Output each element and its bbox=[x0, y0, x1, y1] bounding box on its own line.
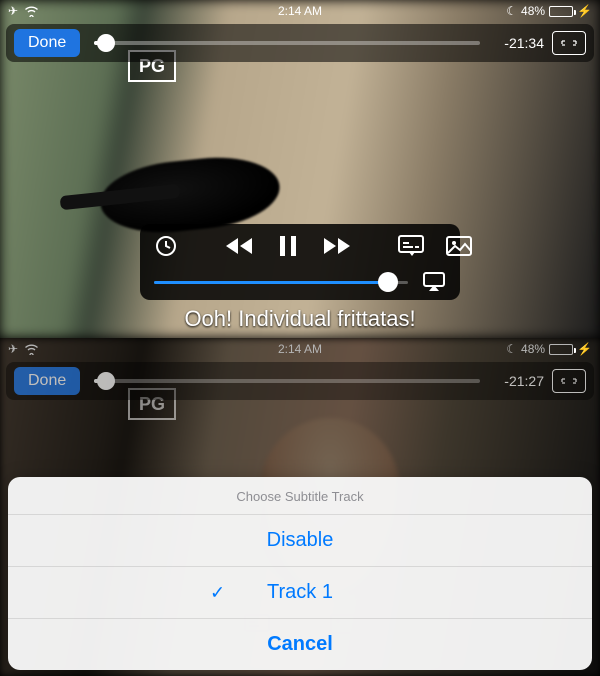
playback-controls-popover bbox=[140, 224, 460, 300]
checkmark-icon: ✓ bbox=[210, 582, 225, 603]
rewind-icon[interactable] bbox=[222, 234, 256, 258]
fullscreen-icon[interactable] bbox=[552, 369, 586, 393]
time-remaining: -21:34 bbox=[494, 35, 544, 51]
airplane-mode-icon: ✈ bbox=[8, 342, 18, 356]
battery-icon bbox=[549, 6, 573, 17]
airplay-icon[interactable] bbox=[422, 272, 446, 292]
fast-forward-icon[interactable] bbox=[320, 234, 354, 258]
battery-pct: 48% bbox=[521, 342, 545, 356]
status-time: 2:14 AM bbox=[203, 4, 398, 18]
scrubber-knob[interactable] bbox=[97, 34, 115, 52]
subtitle-caption: Ooh! Individual frittatas! bbox=[0, 306, 600, 332]
clock-icon[interactable] bbox=[154, 234, 178, 258]
player-top-bar: Done -21:34 bbox=[6, 24, 594, 62]
sheet-option-label: Disable bbox=[267, 529, 334, 551]
status-bar: ✈ 2:14 AM ☾ 48% ⚡ bbox=[0, 338, 600, 360]
battery-icon bbox=[549, 344, 573, 355]
wifi-icon bbox=[24, 344, 39, 355]
player-top-bar: Done -21:27 bbox=[6, 362, 594, 400]
wifi-icon bbox=[24, 6, 39, 17]
airplane-mode-icon: ✈ bbox=[8, 4, 18, 18]
done-button[interactable]: Done bbox=[14, 367, 80, 395]
charging-icon: ⚡ bbox=[577, 4, 592, 18]
charging-icon: ⚡ bbox=[577, 342, 592, 356]
done-button[interactable]: Done bbox=[14, 29, 80, 57]
subtitle-action-sheet: Choose Subtitle Track Disable ✓ Track 1 … bbox=[8, 477, 592, 670]
scrubber-knob[interactable] bbox=[97, 372, 115, 390]
battery-pct: 48% bbox=[521, 4, 545, 18]
sheet-option-disable[interactable]: Disable bbox=[8, 514, 592, 566]
time-remaining: -21:27 bbox=[494, 373, 544, 389]
picture-icon[interactable] bbox=[446, 236, 472, 256]
fullscreen-icon[interactable] bbox=[552, 31, 586, 55]
playback-scrubber[interactable] bbox=[94, 41, 480, 45]
volume-slider[interactable] bbox=[154, 281, 408, 284]
subtitles-icon[interactable] bbox=[398, 235, 424, 257]
status-bar: ✈ 2:14 AM ☾ 48% ⚡ bbox=[0, 0, 600, 22]
dnd-icon: ☾ bbox=[506, 342, 517, 356]
volume-knob[interactable] bbox=[378, 272, 398, 292]
dnd-icon: ☾ bbox=[506, 4, 517, 18]
sheet-option-label: Track 1 bbox=[267, 581, 333, 603]
sheet-option-track1[interactable]: ✓ Track 1 bbox=[8, 566, 592, 618]
playback-scrubber[interactable] bbox=[94, 379, 480, 383]
sheet-title: Choose Subtitle Track bbox=[8, 477, 592, 514]
status-time: 2:14 AM bbox=[203, 342, 398, 356]
sheet-cancel-label: Cancel bbox=[267, 633, 333, 655]
sheet-cancel-button[interactable]: Cancel bbox=[8, 618, 592, 670]
pause-icon[interactable] bbox=[278, 234, 298, 258]
